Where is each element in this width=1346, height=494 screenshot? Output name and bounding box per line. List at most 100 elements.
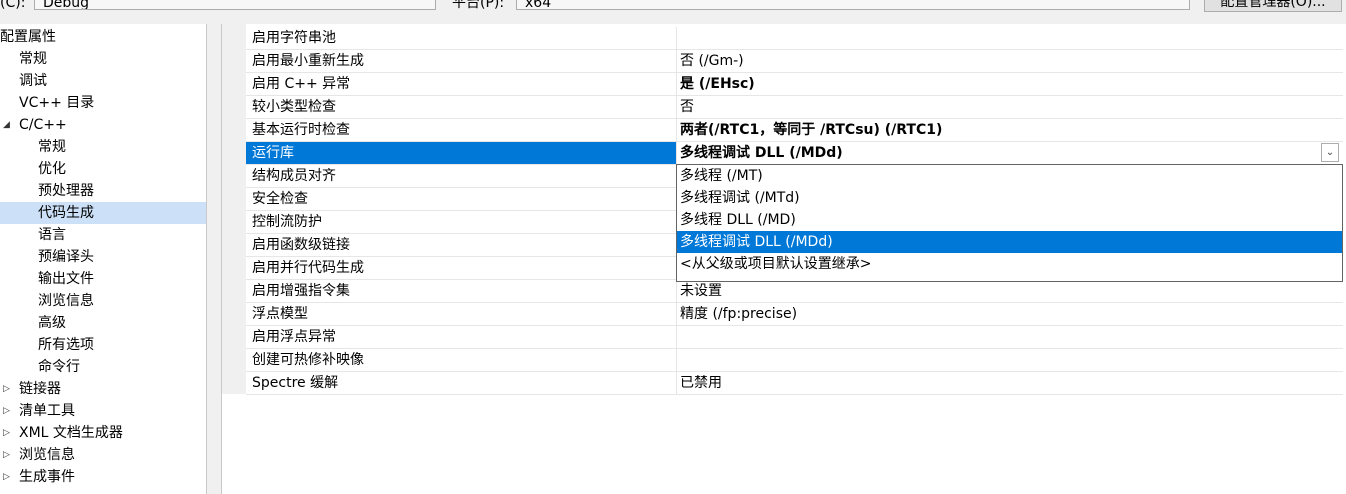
tree-item[interactable]: VC++ 目录 [0, 92, 206, 114]
property-row[interactable]: 启用增强指令集 未设置 [246, 280, 1343, 303]
column-divider [676, 280, 677, 303]
tree-item-label: 常规 [19, 51, 47, 67]
property-row[interactable]: 启用最小重新生成 否 (/Gm-) [246, 50, 1343, 73]
tree-item[interactable]: 预处理器 [0, 180, 206, 202]
tree-item-label: 高级 [38, 315, 66, 331]
collapsed-triangle-icon[interactable]: ▷ [3, 400, 10, 422]
property-value[interactable]: 两者(/RTC1，等同于 /RTCsu) (/RTC1) [680, 119, 942, 141]
dropdown-option[interactable]: <从父级或项目默认设置继承> [677, 253, 1342, 275]
chevron-down-icon[interactable]: ⌄ [1321, 143, 1339, 162]
grid-gutter [222, 24, 246, 394]
tree-item-label: 链接器 [19, 381, 61, 397]
config-manager-button[interactable]: 配置管理器(O)... [1204, 0, 1342, 12]
tree-item-xml-doc[interactable]: ▷ XML 文档生成器 [0, 422, 206, 444]
property-row[interactable]: 基本运行时检查 两者(/RTC1，等同于 /RTCsu) (/RTC1) [246, 119, 1343, 142]
property-name: 启用函数级链接 [252, 237, 350, 253]
property-name: 创建可热修补映像 [252, 352, 364, 368]
property-name: 启用字符串池 [252, 30, 336, 46]
platform-select[interactable]: x64 [516, 0, 1190, 10]
selected-name-cell [246, 142, 676, 164]
column-divider [676, 96, 677, 119]
property-value[interactable]: 多线程调试 DLL (/MDd) [680, 142, 843, 164]
property-row[interactable]: 较小类型检查 否 [246, 96, 1343, 119]
tree-item[interactable]: 命令行 [0, 356, 206, 378]
tree-item[interactable]: 高级 [0, 312, 206, 334]
tree-item-label: 语言 [38, 227, 66, 243]
property-name: 浮点模型 [252, 306, 308, 322]
column-divider [676, 326, 677, 349]
property-row[interactable]: 启用字符串池 [246, 27, 1343, 50]
tree-item-label: 代码生成 [38, 205, 94, 221]
property-value[interactable]: 未设置 [680, 280, 722, 302]
property-row[interactable]: 启用浮点异常 [246, 326, 1343, 349]
runtime-library-dropdown: 多线程 (/MT) 多线程调试 (/MTd) 多线程 DLL (/MD) 多线程… [676, 164, 1343, 282]
config-select[interactable]: Debug [34, 0, 436, 10]
tree-item-label: 所有选项 [38, 337, 94, 353]
property-value[interactable]: 精度 (/fp:precise) [680, 303, 797, 325]
tree-item[interactable]: 输出文件 [0, 268, 206, 290]
property-name: Spectre 缓解 [252, 375, 339, 391]
tree-item[interactable]: 所有选项 [0, 334, 206, 356]
tree-item[interactable]: 配置属性 [0, 26, 206, 48]
property-value[interactable]: 是 (/EHsc) [680, 73, 755, 95]
property-tree: 配置属性 常规 调试 VC++ 目录 ◢ C/C++ 常规 优化 预处理器 代码… [0, 24, 207, 494]
tree-item[interactable]: 常规 [0, 48, 206, 70]
toolbar: (C): Debug 平台(P): x64 配置管理器(O)... [0, 0, 1346, 22]
tree-item-label: 配置属性 [0, 29, 56, 45]
property-row[interactable]: 启用 C++ 异常 是 (/EHsc) [246, 73, 1343, 96]
tree-item-label: 预编译头 [38, 249, 94, 265]
expanded-triangle-icon[interactable]: ◢ [3, 114, 10, 136]
collapsed-triangle-icon[interactable]: ▷ [3, 378, 10, 400]
property-row[interactable]: 创建可热修补映像 [246, 349, 1343, 372]
tree-item-label: 清单工具 [19, 403, 75, 419]
property-value[interactable]: 否 [680, 96, 694, 118]
tree-item-browse-info[interactable]: ▷ 浏览信息 [0, 444, 206, 466]
property-name: 运行库 [252, 145, 294, 161]
tree-item-label: 优化 [38, 161, 66, 177]
property-name: 控制流防护 [252, 214, 322, 230]
column-divider [676, 27, 677, 50]
dropdown-option-selected[interactable]: 多线程调试 DLL (/MDd) [677, 231, 1342, 253]
property-row[interactable]: 浮点模型 精度 (/fp:precise) [246, 303, 1343, 326]
property-value[interactable]: 已禁用 [680, 372, 722, 394]
tree-item[interactable]: 浏览信息 [0, 290, 206, 312]
property-name: 结构成员对齐 [252, 168, 336, 184]
column-divider [676, 73, 677, 96]
column-divider [676, 372, 677, 395]
tree-item[interactable]: 调试 [0, 70, 206, 92]
tree-item-label: 常规 [38, 139, 66, 155]
dropdown-option[interactable]: 多线程 DLL (/MD) [677, 209, 1342, 231]
platform-label: 平台(P): [452, 0, 505, 11]
tree-item-code-generation[interactable]: 代码生成 [0, 202, 206, 224]
property-row[interactable]: Spectre 缓解 已禁用 [246, 372, 1343, 395]
tree-item-label: C/C++ [19, 117, 67, 133]
column-divider [676, 50, 677, 73]
column-divider [676, 349, 677, 372]
column-divider [676, 119, 677, 142]
tree-item-label: 浏览信息 [38, 293, 94, 309]
tree-item[interactable]: 常规 [0, 136, 206, 158]
tree-item-label: 预处理器 [38, 183, 94, 199]
tree-item[interactable]: 语言 [0, 224, 206, 246]
tree-item-linker[interactable]: ▷ 链接器 [0, 378, 206, 400]
property-name: 启用最小重新生成 [252, 53, 364, 69]
dropdown-option[interactable]: 多线程调试 (/MTd) [677, 187, 1342, 209]
tree-item[interactable]: 优化 [0, 158, 206, 180]
tree-item-label: 调试 [19, 73, 47, 89]
property-value[interactable]: 否 (/Gm-) [680, 50, 744, 72]
property-row-runtime-library[interactable]: 运行库 多线程调试 DLL (/MDd) ⌄ [246, 142, 1343, 165]
tree-item-label: VC++ 目录 [19, 95, 95, 111]
tree-item-label: 浏览信息 [19, 447, 75, 463]
column-divider [676, 142, 677, 165]
tree-item-label: XML 文档生成器 [19, 425, 123, 441]
tree-item-manifest-tool[interactable]: ▷ 清单工具 [0, 400, 206, 422]
collapsed-triangle-icon[interactable]: ▷ [3, 422, 10, 444]
collapsed-triangle-icon[interactable]: ▷ [3, 444, 10, 466]
column-divider [676, 303, 677, 326]
config-label: (C): [0, 0, 26, 11]
property-name: 基本运行时检查 [252, 122, 350, 138]
property-name: 启用增强指令集 [252, 283, 350, 299]
tree-item[interactable]: 预编译头 [0, 246, 206, 268]
dropdown-option[interactable]: 多线程 (/MT) [677, 165, 1342, 187]
tree-item-cpp[interactable]: ◢ C/C++ [0, 114, 206, 136]
